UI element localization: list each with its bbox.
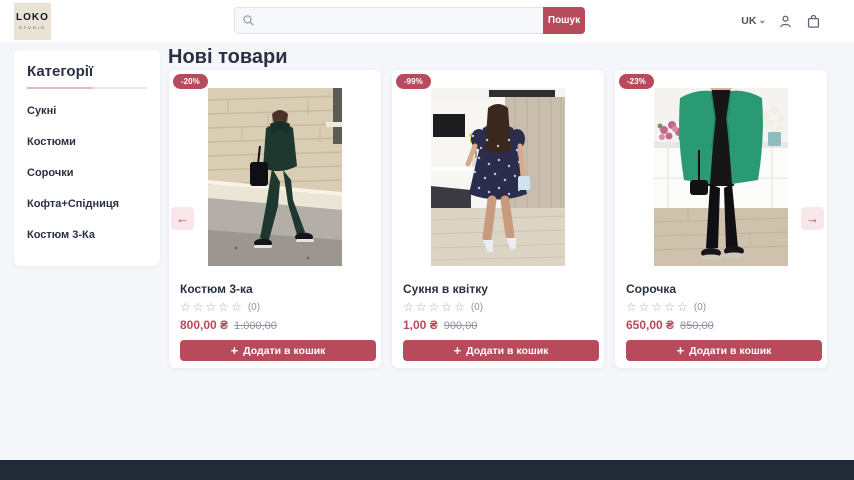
old-price: 1.000,00 [234,320,277,332]
star-icon: ☆ [626,301,637,313]
rating-stars: ☆ ☆ ☆ ☆ ☆ (0) [180,301,370,313]
old-price: 900,00 [444,320,478,332]
product-image-shirt[interactable] [654,88,788,266]
star-icon: ☆ [454,301,465,313]
star-icon: ☆ [416,301,427,313]
header-actions: UK ⌄ [741,0,822,42]
add-to-cart-button[interactable]: + Додати в кошик [403,340,599,361]
product-info: Сорочка ☆ ☆ ☆ ☆ ☆ (0) 650,00 ₴ 850,00 + … [623,282,819,361]
star-icon: ☆ [639,301,650,313]
rating-count: (0) [694,302,706,313]
add-to-cart-label: Додати в кошик [466,345,548,357]
sidebar: Категорії Сукні Костюми Сорочки Кофта+Сп… [14,50,160,266]
category-list: Сукні Костюми Сорочки Кофта+Спідниця Кос… [27,105,147,241]
current-price: 800,00 ₴ [180,318,228,332]
rating-stars: ☆ ☆ ☆ ☆ ☆ (0) [626,301,816,313]
sidebar-item-sorochky[interactable]: Сорочки [27,167,147,179]
logo[interactable]: LOKO STUDIO [14,3,51,40]
add-to-cart-button[interactable]: + Додати в кошик [626,340,822,361]
page-title: Нові товари [168,46,287,69]
logo-subtitle: STUDIO [19,25,46,30]
current-price: 1,00 ₴ [403,318,438,332]
star-icon: ☆ [664,301,675,313]
product-image-dress[interactable] [431,88,565,266]
language-switcher[interactable]: UK ⌄ [741,15,766,27]
sidebar-title-underline [27,87,147,89]
star-icon: ☆ [218,301,229,313]
carousel-next-button[interactable]: → [801,207,824,230]
chevron-down-icon: ⌄ [758,19,766,23]
product-name[interactable]: Костюм 3-ка [180,282,370,296]
old-price: 850,00 [680,320,714,332]
current-price: 650,00 ₴ [626,318,674,332]
plus-icon: + [231,344,239,357]
star-icon: ☆ [429,301,440,313]
product-info: Сукня в квітку ☆ ☆ ☆ ☆ ☆ (0) 1,00 ₴ 900,… [400,282,596,361]
sidebar-item-sukni[interactable]: Сукні [27,105,147,117]
product-name[interactable]: Сукня в квітку [403,282,593,296]
footer [0,460,854,480]
rating-count: (0) [248,302,260,313]
sidebar-item-kostyum-3-ka[interactable]: Костюм 3-Ка [27,229,147,241]
price-row: 1,00 ₴ 900,00 [403,318,593,332]
price-row: 800,00 ₴ 1.000,00 [180,318,370,332]
carousel-prev-button[interactable]: ← [171,207,194,230]
rating-stars: ☆ ☆ ☆ ☆ ☆ (0) [403,301,593,313]
product-card: -99% [392,70,604,368]
star-icon: ☆ [677,301,688,313]
search-form: Пошук [234,7,585,34]
add-to-cart-label: Додати в кошик [243,345,325,357]
star-icon: ☆ [193,301,204,313]
language-label: UK [741,15,756,27]
sidebar-item-kofta-spidnytsia[interactable]: Кофта+Спідниця [27,198,147,210]
plus-icon: + [677,344,685,357]
star-icon: ☆ [231,301,242,313]
search-button[interactable]: Пошук [543,7,585,34]
product-info: Костюм 3-ка ☆ ☆ ☆ ☆ ☆ (0) 800,00 ₴ 1.000… [177,282,373,361]
star-icon: ☆ [180,301,191,313]
star-icon: ☆ [206,301,217,313]
rating-count: (0) [471,302,483,313]
header: LOKO STUDIO Пошук UK ⌄ [0,0,854,42]
discount-badge: -23% [619,74,654,89]
product-card: -23% [615,70,827,368]
star-icon: ☆ [403,301,414,313]
product-grid: -20% [169,70,827,368]
product-card: -20% [169,70,381,368]
account-icon[interactable] [777,13,794,30]
page: LOKO STUDIO Пошук UK ⌄ [0,0,854,480]
star-icon: ☆ [652,301,663,313]
logo-title: LOKO [16,13,49,23]
sidebar-title: Категорії [27,63,147,80]
add-to-cart-label: Додати в кошик [689,345,771,357]
add-to-cart-button[interactable]: + Додати в кошик [180,340,376,361]
price-row: 650,00 ₴ 850,00 [626,318,816,332]
sidebar-item-kostyumy[interactable]: Костюми [27,136,147,148]
product-name[interactable]: Сорочка [626,282,816,296]
plus-icon: + [454,344,462,357]
star-icon: ☆ [441,301,452,313]
search-input[interactable] [234,7,543,34]
discount-badge: -20% [173,74,208,89]
cart-icon[interactable] [805,13,822,30]
discount-badge: -99% [396,74,431,89]
product-image-suit[interactable] [208,88,342,266]
